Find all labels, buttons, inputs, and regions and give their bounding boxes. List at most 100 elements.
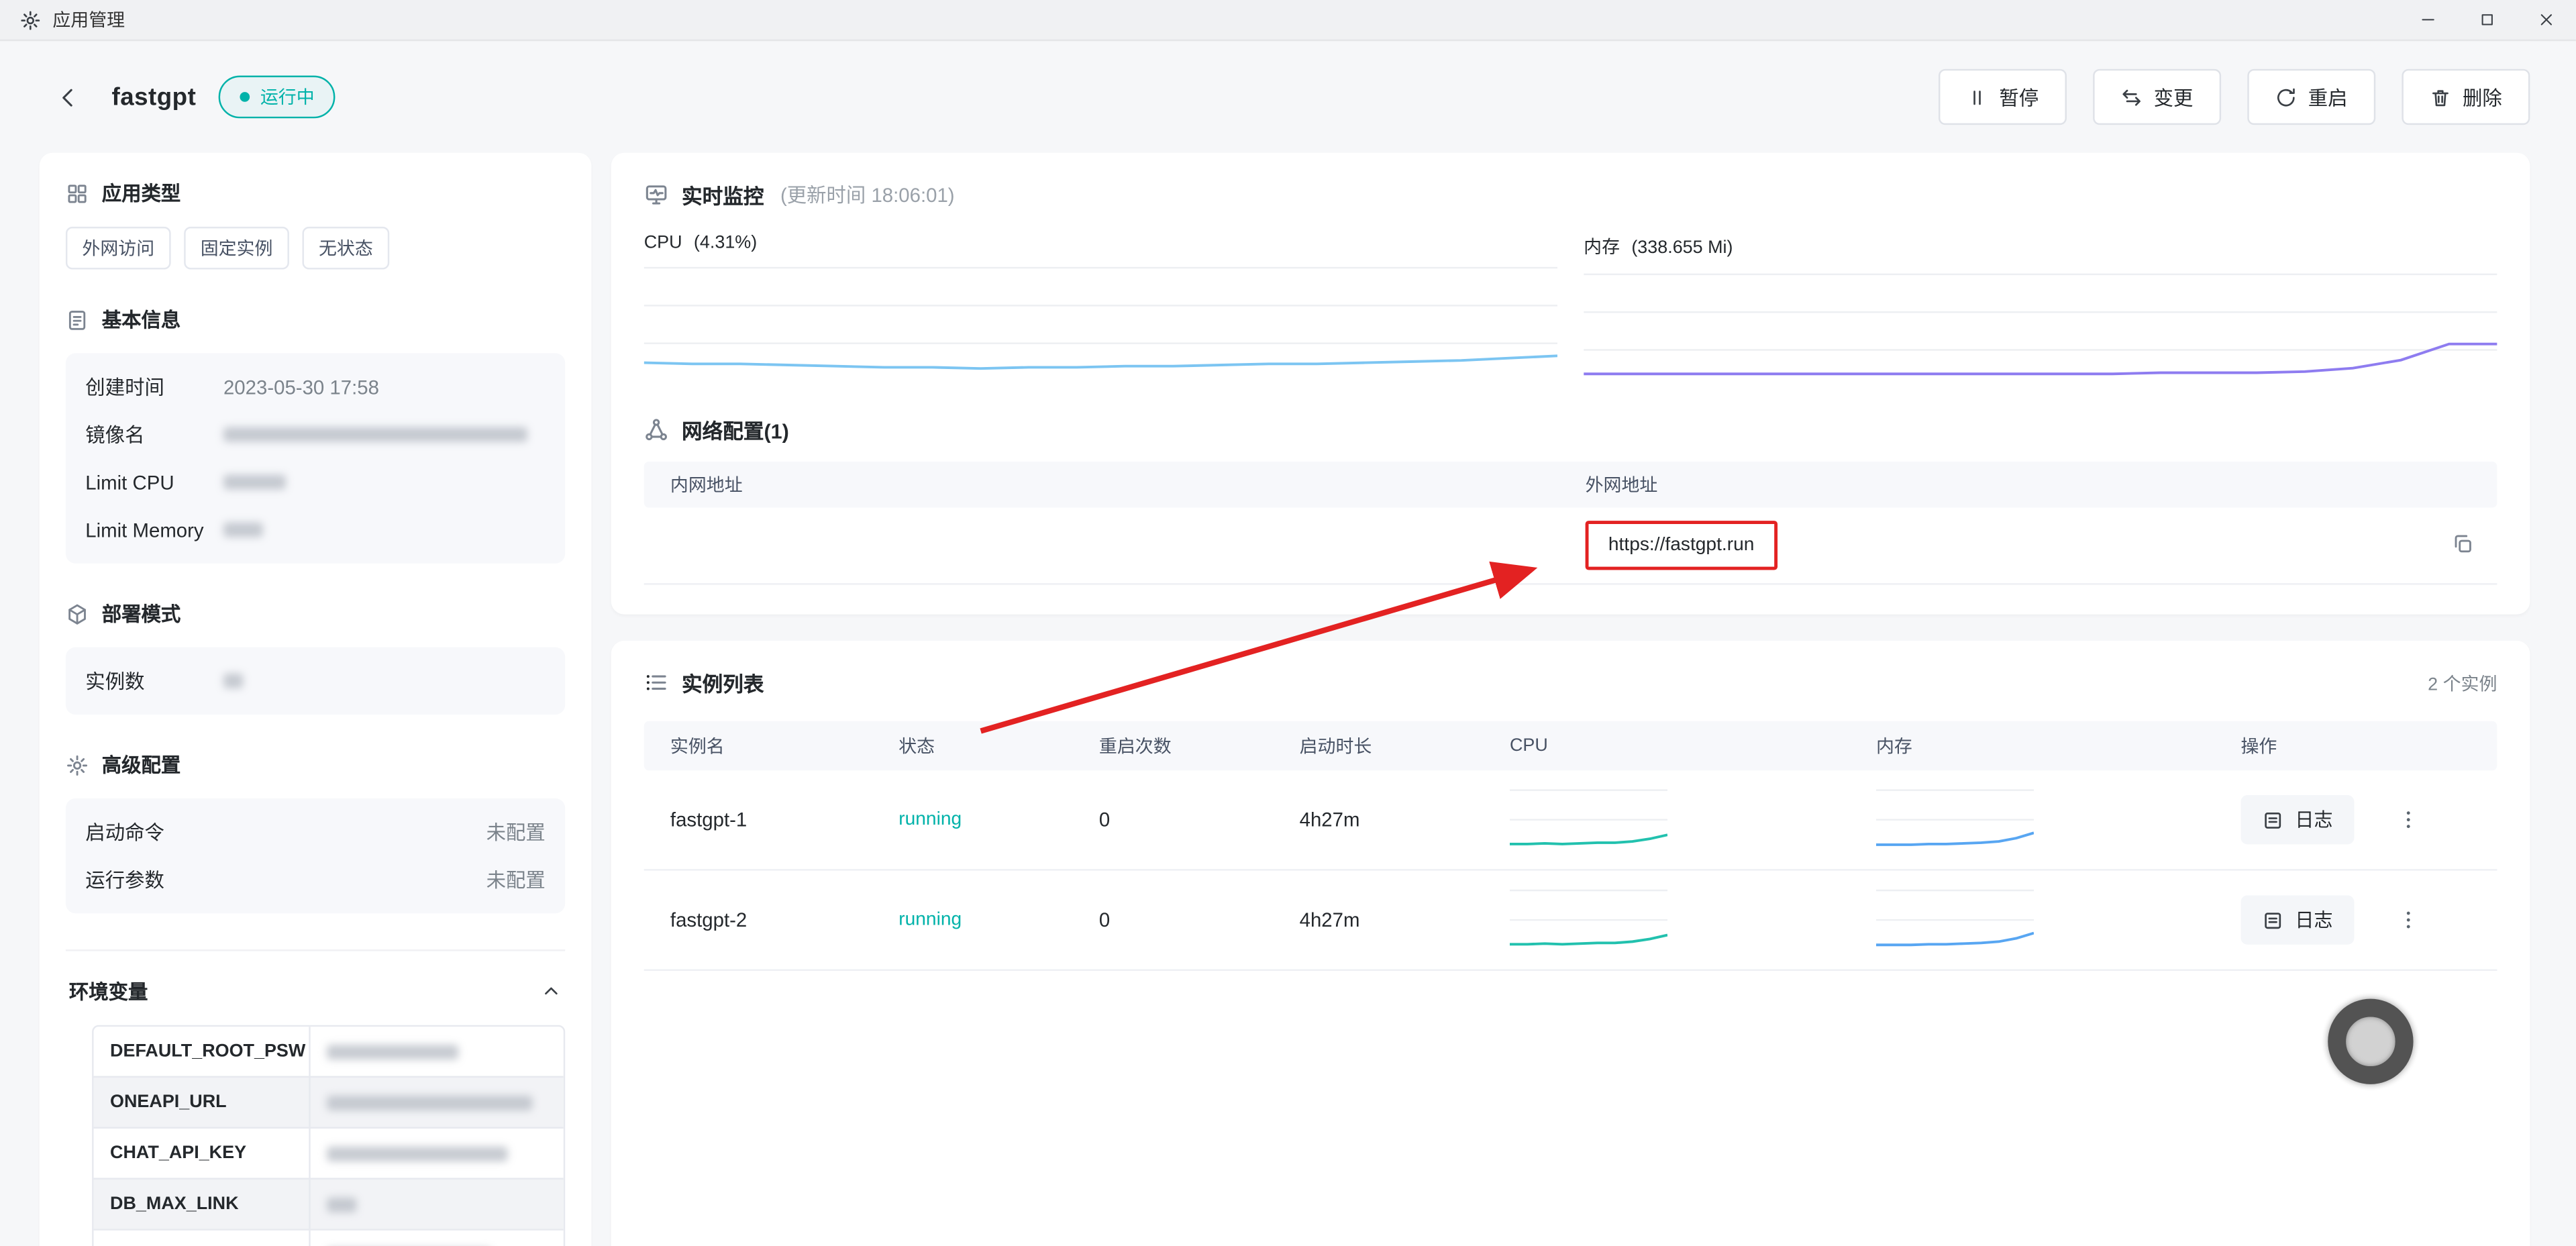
instances-header: 实例列表 2 个实例 — [644, 667, 2497, 698]
log-button-label: 日志 — [2295, 906, 2332, 933]
redacted-value — [223, 523, 263, 537]
copy-icon — [2451, 532, 2474, 555]
info-label: 创建时间 — [85, 373, 223, 401]
section-app-type: 应用类型 — [66, 179, 565, 207]
cursor-highlight — [2328, 999, 2413, 1084]
column-status: 状态 — [898, 733, 1099, 759]
env-row: ONEAPI_URL — [94, 1076, 564, 1127]
info-label: 启动命令 — [85, 818, 223, 846]
column-cpu: CPU — [1510, 736, 1876, 756]
column-instance-name: 实例名 — [670, 733, 898, 759]
advanced-config-block: 启动命令 未配置 运行参数 未配置 — [66, 798, 565, 913]
redacted-value — [327, 1197, 356, 1212]
info-row-image: 镜像名 — [85, 411, 546, 458]
header-actions: 暂停 变更 重启 删除 — [1939, 69, 2530, 125]
monitor-icon — [644, 183, 669, 207]
instances-card: 实例列表 2 个实例 实例名 状态 重启次数 启动时长 CPU 内存 操作 fa… — [611, 641, 2530, 1246]
cpu-line-chart — [644, 266, 1557, 381]
instances-table: 实例名 状态 重启次数 启动时长 CPU 内存 操作 fastgpt-1 run… — [644, 721, 2497, 971]
deploy-mode-block: 实例数 — [66, 647, 565, 715]
info-row-limit-memory: Limit Memory — [85, 506, 546, 554]
memory-sparkline — [1876, 887, 2034, 953]
monitoring-card: 实时监控 (更新时间 18:06:01) CPU (4.31%) — [611, 153, 2530, 615]
chevron-up-icon[interactable] — [540, 981, 562, 1002]
env-var-name: DEFAULT_ROOT_PSW — [94, 1027, 311, 1076]
monitoring-title: 实时监控 — [682, 179, 764, 211]
list-icon — [644, 670, 669, 695]
log-button[interactable]: 日志 — [2240, 895, 2354, 944]
memory-line-chart — [1584, 272, 2497, 387]
network-config-section: 网络配置(1) 内网地址 外网地址 https://fastgpt.run — [644, 414, 2497, 585]
section-app-type-title: 应用类型 — [102, 179, 181, 207]
app-gear-icon — [19, 9, 41, 30]
tag-fixed-instance: 固定实例 — [184, 227, 289, 270]
column-restarts: 重启次数 — [1099, 733, 1300, 759]
row-menu-button[interactable] — [2393, 800, 2423, 839]
window-minimize-button[interactable] — [2399, 0, 2458, 40]
instance-status: running — [898, 810, 1099, 829]
restart-icon — [2275, 87, 2297, 108]
instances-count: 2 个实例 — [2428, 670, 2497, 696]
section-deploy-mode: 部署模式 — [66, 600, 565, 628]
table-row: fastgpt-1 running 0 4h27m — [644, 770, 2497, 870]
memory-chart: 内存 (338.655 Mi) — [1584, 230, 2497, 388]
change-button[interactable]: 变更 — [2093, 69, 2221, 125]
info-label: 镜像名 — [85, 421, 223, 449]
cube-icon — [66, 602, 89, 625]
redacted-value — [327, 1095, 532, 1110]
instance-restarts: 0 — [1099, 908, 1300, 931]
window-title: 应用管理 — [52, 7, 125, 33]
redacted-value — [223, 475, 286, 490]
row-menu-button[interactable] — [2393, 900, 2423, 940]
monitoring-update-time: (更新时间 18:06:01) — [780, 180, 955, 209]
window-maximize-button[interactable] — [2458, 0, 2517, 40]
info-row-run-params: 运行参数 未配置 — [85, 856, 546, 904]
restart-button-label: 重启 — [2308, 83, 2348, 111]
window-close-button[interactable] — [2517, 0, 2576, 40]
instance-uptime: 4h27m — [1300, 809, 1510, 831]
network-config-title: 网络配置(1) — [682, 414, 789, 446]
back-icon — [55, 85, 80, 109]
monitoring-header: 实时监控 (更新时间 18:06:01) — [644, 179, 2497, 211]
tag-external-access: 外网访问 — [66, 227, 171, 270]
cpu-chart-value: (4.31%) — [694, 233, 757, 253]
instances-title: 实例列表 — [682, 667, 764, 698]
change-icon — [2121, 87, 2143, 108]
network-table: 内网地址 外网地址 https://fastgpt.run — [644, 462, 2497, 585]
window-titlebar: 应用管理 — [0, 0, 2576, 41]
info-value: 未配置 — [486, 866, 546, 894]
maximize-icon — [2479, 11, 2495, 28]
trash-icon — [2430, 87, 2451, 108]
back-button[interactable] — [49, 79, 85, 115]
info-row-created: 创建时间 2023-05-30 17:58 — [85, 363, 546, 411]
info-value: 未配置 — [486, 818, 546, 846]
instance-uptime: 4h27m — [1300, 908, 1510, 931]
tag-stateless: 无状态 — [302, 227, 389, 270]
kebab-icon — [2397, 809, 2420, 831]
page-title: fastgpt — [111, 83, 196, 111]
document-icon — [66, 308, 89, 331]
info-label: Limit CPU — [85, 470, 223, 493]
info-row-start-command: 启动命令 未配置 — [85, 809, 546, 856]
delete-button[interactable]: 删除 — [2402, 69, 2530, 125]
redacted-value — [327, 1044, 458, 1059]
info-label: 运行参数 — [85, 866, 223, 894]
column-uptime: 启动时长 — [1300, 733, 1510, 759]
copy-address-button[interactable] — [2451, 532, 2477, 558]
section-basic-info: 基本信息 — [66, 305, 565, 333]
gear-icon — [66, 754, 89, 776]
column-memory: 内存 — [1876, 733, 2241, 759]
instances-table-header: 实例名 状态 重启次数 启动时长 CPU 内存 操作 — [644, 721, 2497, 770]
restart-button[interactable]: 重启 — [2247, 69, 2375, 125]
external-address-link[interactable]: https://fastgpt.run — [1586, 521, 1778, 570]
instance-name: fastgpt-2 — [670, 908, 898, 931]
env-row: DEFAULT_ROOT_PSW — [94, 1027, 564, 1076]
page-header: fastgpt 运行中 暂停 变更 重启 删除 — [0, 41, 2576, 152]
close-icon — [2538, 11, 2555, 28]
info-row-replicas: 实例数 — [85, 657, 546, 705]
cpu-chart: CPU (4.31%) — [644, 230, 1557, 388]
table-row: fastgpt-2 running 0 4h27m — [644, 871, 2497, 971]
section-advanced-config-title: 高级配置 — [102, 751, 181, 779]
log-button[interactable]: 日志 — [2240, 795, 2354, 844]
pause-button[interactable]: 暂停 — [1939, 69, 2067, 125]
